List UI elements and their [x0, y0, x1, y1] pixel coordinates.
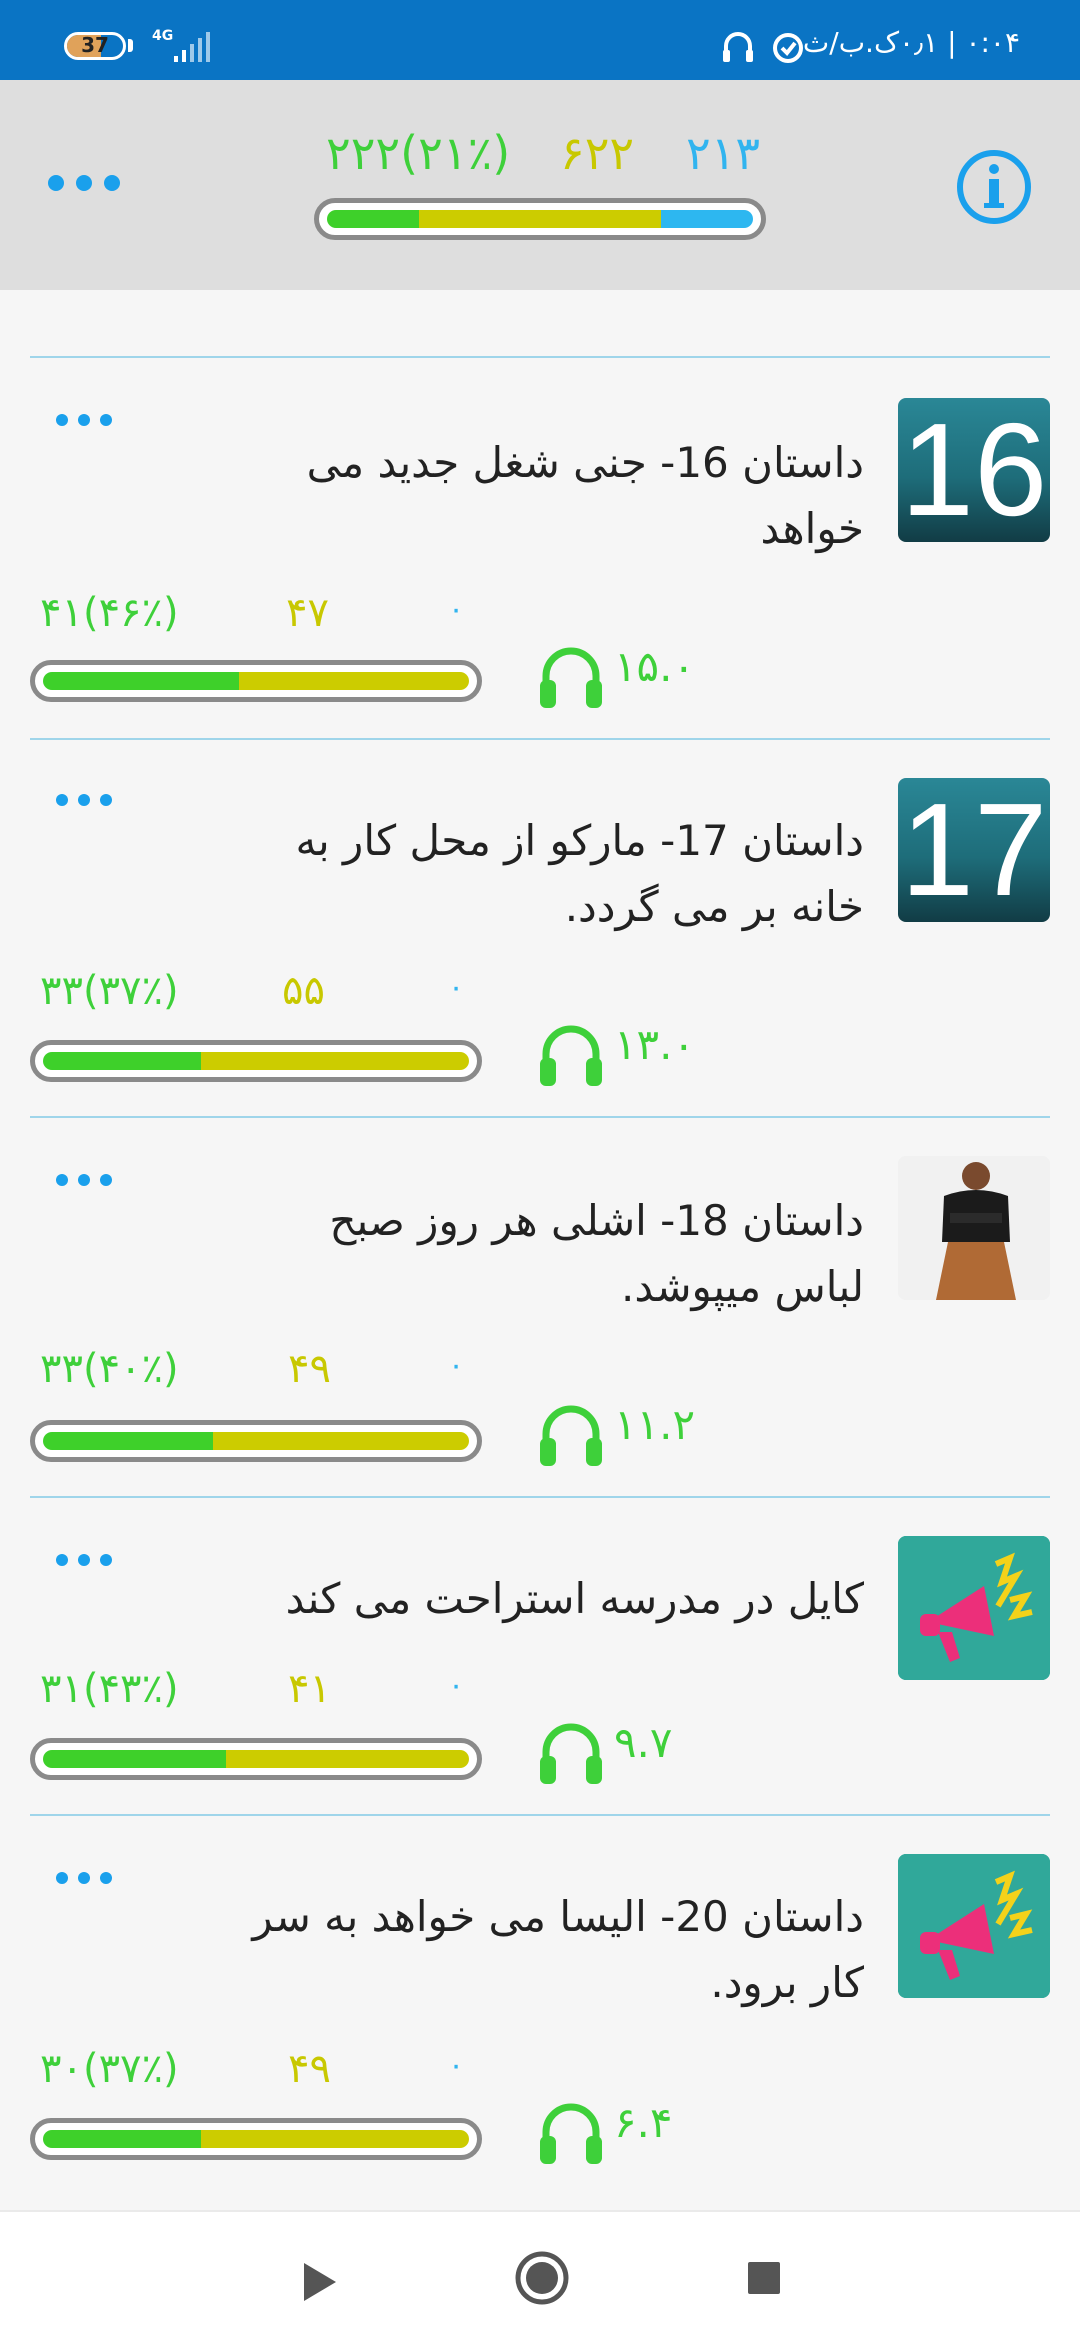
story-more-icon[interactable]	[54, 1168, 114, 1192]
story-thumbnail[interactable]	[898, 1156, 1050, 1300]
stop-icon[interactable]	[746, 2260, 782, 2296]
story-stat-green: ۳۰(۳۷٪)	[40, 2046, 179, 2092]
list-top-divider	[30, 356, 1050, 358]
story-stat-blue: ۰	[448, 970, 465, 1005]
battery-level: 37	[81, 33, 109, 57]
status-time: ۰:۰۴ | ۰٫۱ک.ب/ث	[802, 26, 1020, 59]
player-bar	[0, 2210, 1080, 2342]
headset-alarm-icons	[723, 32, 803, 63]
story-more-icon[interactable]	[54, 1548, 114, 1572]
story-duration: ۱۱.۲	[614, 1400, 696, 1449]
header-progress-bar	[314, 198, 766, 240]
story-title[interactable]: داستان 18- اشلی هر روز صبح لباس میپوشد.	[244, 1188, 864, 1320]
story-thumbnail[interactable]	[898, 1536, 1050, 1680]
record-icon[interactable]	[514, 2250, 570, 2306]
story-stat-blue: ۰	[448, 592, 465, 627]
story-stat-green: ۳۱(۴۳٪)	[40, 1666, 179, 1712]
headphones-icon[interactable]	[536, 2098, 606, 2168]
story-stat-blue: ۰	[448, 2048, 465, 2083]
story-stat-yellow: ۴۷	[286, 590, 329, 636]
header-stat-green: ۲۲۲(۲۱٪)	[326, 126, 511, 180]
headphones-icon[interactable]	[536, 1400, 606, 1470]
story-title[interactable]: داستان 17- مارکو از محل کار به خانه بر م…	[244, 808, 864, 940]
headphones-icon[interactable]	[536, 1718, 606, 1788]
row-divider	[30, 1814, 1050, 1816]
play-icon[interactable]	[300, 2260, 340, 2304]
story-thumbnail[interactable]: 17	[898, 778, 1050, 922]
header	[0, 80, 1080, 290]
header-stat-blue: ۲۱۳	[686, 126, 761, 180]
story-number: 16	[900, 398, 1048, 542]
story-stat-yellow: ۴۹	[288, 1346, 331, 1392]
network-type: 4G	[152, 28, 174, 44]
megaphone-icon	[898, 1536, 1050, 1680]
signal-icon	[174, 32, 210, 62]
story-stat-blue: ۰	[448, 1348, 465, 1383]
story-thumbnail[interactable]	[898, 1854, 1050, 1998]
headphones-icon[interactable]	[536, 642, 606, 712]
story-stat-green: ۳۳(۳۷٪)	[40, 968, 179, 1014]
story-progress-bar	[30, 660, 482, 702]
row-divider	[30, 738, 1050, 740]
status-bar: 37 4G ۰:۰۴ | ۰٫۱ک.ب/ث	[0, 0, 1080, 80]
story-duration: ۱۳.۰	[614, 1020, 696, 1069]
story-progress-bar	[30, 1420, 482, 1462]
story-number: 17	[900, 778, 1048, 922]
info-icon[interactable]	[954, 147, 1034, 227]
story-thumbnail[interactable]: 16	[898, 398, 1050, 542]
person-photo-icon	[898, 1156, 1050, 1300]
story-title[interactable]: داستان 16- جنی شغل جدید می خواهد	[244, 430, 864, 562]
story-duration: ۱۵.۰	[614, 642, 696, 691]
story-more-icon[interactable]	[54, 408, 114, 432]
story-stat-green: ۳۳(۴۰٪)	[40, 1346, 179, 1392]
story-progress-bar	[30, 1040, 482, 1082]
story-more-icon[interactable]	[54, 1866, 114, 1890]
more-icon[interactable]	[46, 168, 122, 198]
story-stat-blue: ۰	[448, 1668, 465, 1703]
story-more-icon[interactable]	[54, 788, 114, 812]
row-divider	[30, 1496, 1050, 1498]
story-progress-bar	[30, 1738, 482, 1780]
story-duration: ۹.۷	[614, 1718, 673, 1767]
story-stat-yellow: ۵۵	[282, 968, 325, 1014]
battery-icon: 37	[64, 32, 126, 60]
story-stat-yellow: ۴۱	[288, 1666, 331, 1712]
story-stat-green: ۴۱(۴۶٪)	[40, 590, 179, 636]
story-title[interactable]: کایل در مدرسه استراحت می کند	[244, 1566, 864, 1632]
megaphone-icon	[898, 1854, 1050, 1998]
story-title[interactable]: داستان 20- الیسا می خواهد به سر کار برود…	[244, 1884, 864, 2016]
story-stat-yellow: ۴۹	[288, 2046, 331, 2092]
headphones-icon[interactable]	[536, 1020, 606, 1090]
row-divider	[30, 1116, 1050, 1118]
header-stat-yellow: ۶۲۲	[560, 126, 635, 180]
story-progress-bar	[30, 2118, 482, 2160]
story-duration: ۶.۴	[614, 2098, 673, 2147]
